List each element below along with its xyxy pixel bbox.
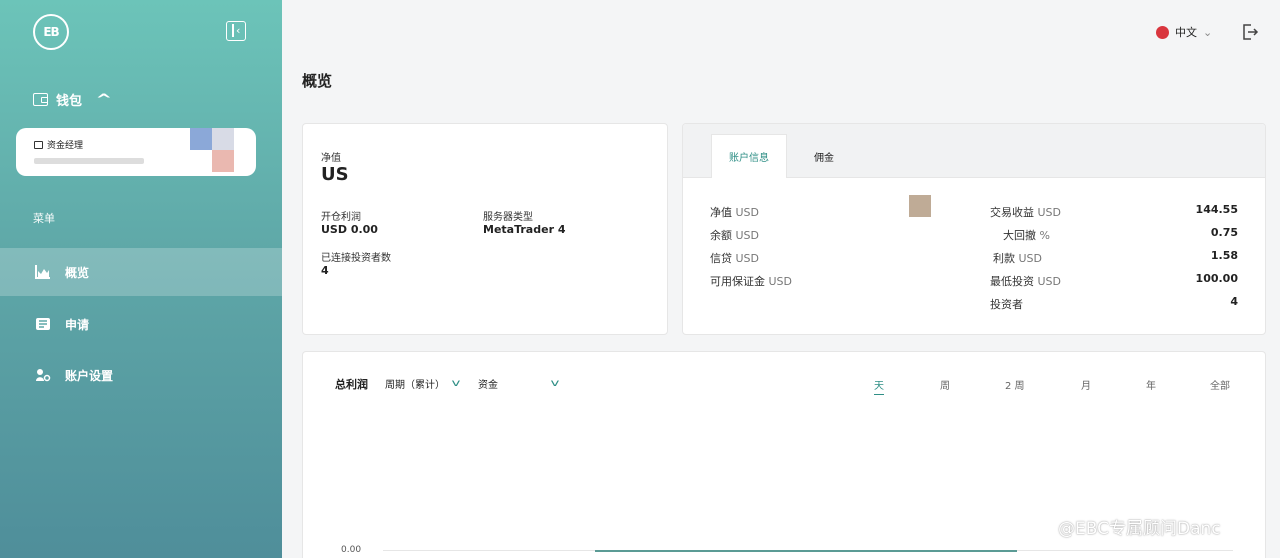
range-month[interactable]: 月 <box>1081 377 1091 392</box>
balance-row: 余额 USD <box>710 227 759 243</box>
account-card[interactable]: 资金经理 <box>16 128 256 176</box>
row-unit: USD <box>1018 252 1043 265</box>
range-day[interactable]: 天 <box>874 377 884 395</box>
sidebar-item-label: 概览 <box>65 265 90 280</box>
equity-value: US <box>321 164 349 185</box>
free-margin-row: 可用保证金 USD <box>710 273 792 289</box>
page-title: 概览 <box>302 72 333 90</box>
min-investment-row: 最低投资 USD <box>990 273 1061 289</box>
sidebar-item-label: 账户设置 <box>65 368 114 383</box>
currency-dropdown[interactable]: 资金 v <box>478 376 560 391</box>
tab-account-info[interactable]: 账户信息 <box>711 134 787 178</box>
wallet-icon <box>33 93 48 106</box>
min-investment-value: 100.00 <box>1195 272 1238 285</box>
china-flag-icon <box>1156 25 1169 39</box>
investors-count-value: 4 <box>1230 295 1238 308</box>
range-all[interactable]: 全部 <box>1210 377 1230 392</box>
currency-dropdown-value: 资金 <box>478 380 498 391</box>
row-unit: USD <box>1037 275 1062 288</box>
chart-title: 总利润 <box>335 378 368 391</box>
investors-label: 已连接投资者数 <box>321 253 391 264</box>
language-selector[interactable]: 中文 ⌄ <box>1156 24 1212 40</box>
row-label: 余额 <box>710 229 732 242</box>
account-title: 资金经理 <box>47 141 84 151</box>
redaction-block <box>909 195 931 217</box>
account-card-title: 资金经理 <box>34 138 83 151</box>
chevron-up-icon: ^ <box>95 91 113 108</box>
open-pl-label: 开仓利润 <box>321 212 361 223</box>
menu-heading: 菜单 <box>33 212 55 225</box>
chevron-down-icon: v <box>550 378 560 389</box>
row-label: 投资者 <box>990 298 1023 311</box>
redaction-block <box>212 150 234 172</box>
chevron-down-icon: v <box>451 378 461 389</box>
range-week[interactable]: 周 <box>940 377 950 392</box>
row-unit: USD <box>735 206 760 219</box>
range-year[interactable]: 年 <box>1146 377 1156 392</box>
row-label: 最低投资 <box>990 275 1034 288</box>
profit-line <box>595 550 1017 552</box>
max-drawdown-value: 0.75 <box>1210 226 1238 239</box>
open-pl-value: USD 0.00 <box>321 223 378 236</box>
row-label: 可用保证金 <box>710 275 765 288</box>
tab-commission[interactable]: 佣金 <box>801 134 847 178</box>
account-icon <box>34 140 43 149</box>
trading-profit-row: 交易收益 USD <box>990 204 1061 220</box>
redaction-block <box>212 128 234 150</box>
row-label: 交易收益 <box>990 206 1034 219</box>
row-label: 净值 <box>710 206 732 219</box>
period-dropdown[interactable]: 周期（累计） v <box>385 376 461 391</box>
sidebar-item-application[interactable]: 申请 <box>0 300 282 348</box>
wallet-section-toggle[interactable]: 钱包 ^ <box>33 90 113 109</box>
sidebar-item-overview[interactable]: 概览 <box>0 248 282 296</box>
user-settings-icon <box>36 369 51 382</box>
chevron-down-icon: ⌄ <box>1203 25 1213 39</box>
range-two-weeks[interactable]: 2 周 <box>1005 377 1025 392</box>
chart-icon <box>35 265 50 279</box>
equity-row: 净值 USD <box>710 204 759 220</box>
row-unit: % <box>1039 229 1050 242</box>
account-id-redacted <box>34 158 144 164</box>
row-unit: USD <box>1037 206 1062 219</box>
sidebar-item-label: 申请 <box>65 317 90 332</box>
trading-profit-value: 144.55 <box>1195 203 1238 216</box>
withdrawal-row: 利款 USD <box>993 250 1042 266</box>
redaction-block <box>190 128 212 150</box>
sidebar-item-account-settings[interactable]: 账户设置 <box>0 351 282 399</box>
investors-value: 4 <box>321 264 329 277</box>
row-unit: USD <box>735 252 760 265</box>
tabs-bar: 账户信息 佣金 <box>683 124 1265 178</box>
sidebar: EB ‹ 钱包 ^ 资金经理 菜单 概览 申请 账户设置 <box>0 0 282 558</box>
equity-label: 净值 <box>321 153 341 164</box>
withdrawal-value: 1.58 <box>1210 249 1238 262</box>
credit-row: 信贷 USD <box>710 250 759 266</box>
y-axis-tick: 0.00 <box>341 545 362 555</box>
max-drawdown-row: 大回撤 % <box>1003 227 1050 243</box>
row-label: 信贷 <box>710 252 732 265</box>
row-label: 大回撤 <box>1003 229 1036 242</box>
account-info-card: 账户信息 佣金 净值 USD 余额 USD 信贷 USD 可用保证金 USD 交… <box>682 123 1266 335</box>
ebc-logo[interactable]: EB <box>33 14 69 50</box>
watermark: @EBC专属顾问Danc <box>1058 519 1221 539</box>
server-type-label: 服务器类型 <box>483 212 533 223</box>
wallet-label: 钱包 <box>56 94 83 109</box>
logout-icon[interactable] <box>1241 23 1259 41</box>
collapse-sidebar-icon[interactable]: ‹ <box>226 21 246 41</box>
language-label: 中文 <box>1175 26 1197 39</box>
summary-card: 净值 US 开仓利润 USD 0.00 服务器类型 MetaTrader 4 已… <box>302 123 668 335</box>
period-dropdown-value: 周期（累计） <box>385 380 445 391</box>
row-unit: USD <box>768 275 793 288</box>
investors-row: 投资者 <box>990 296 1023 312</box>
row-label: 利款 <box>993 252 1015 265</box>
row-unit: USD <box>735 229 760 242</box>
server-type-value: MetaTrader 4 <box>483 223 566 236</box>
application-icon <box>36 318 50 330</box>
logo-text: EB <box>43 25 59 39</box>
